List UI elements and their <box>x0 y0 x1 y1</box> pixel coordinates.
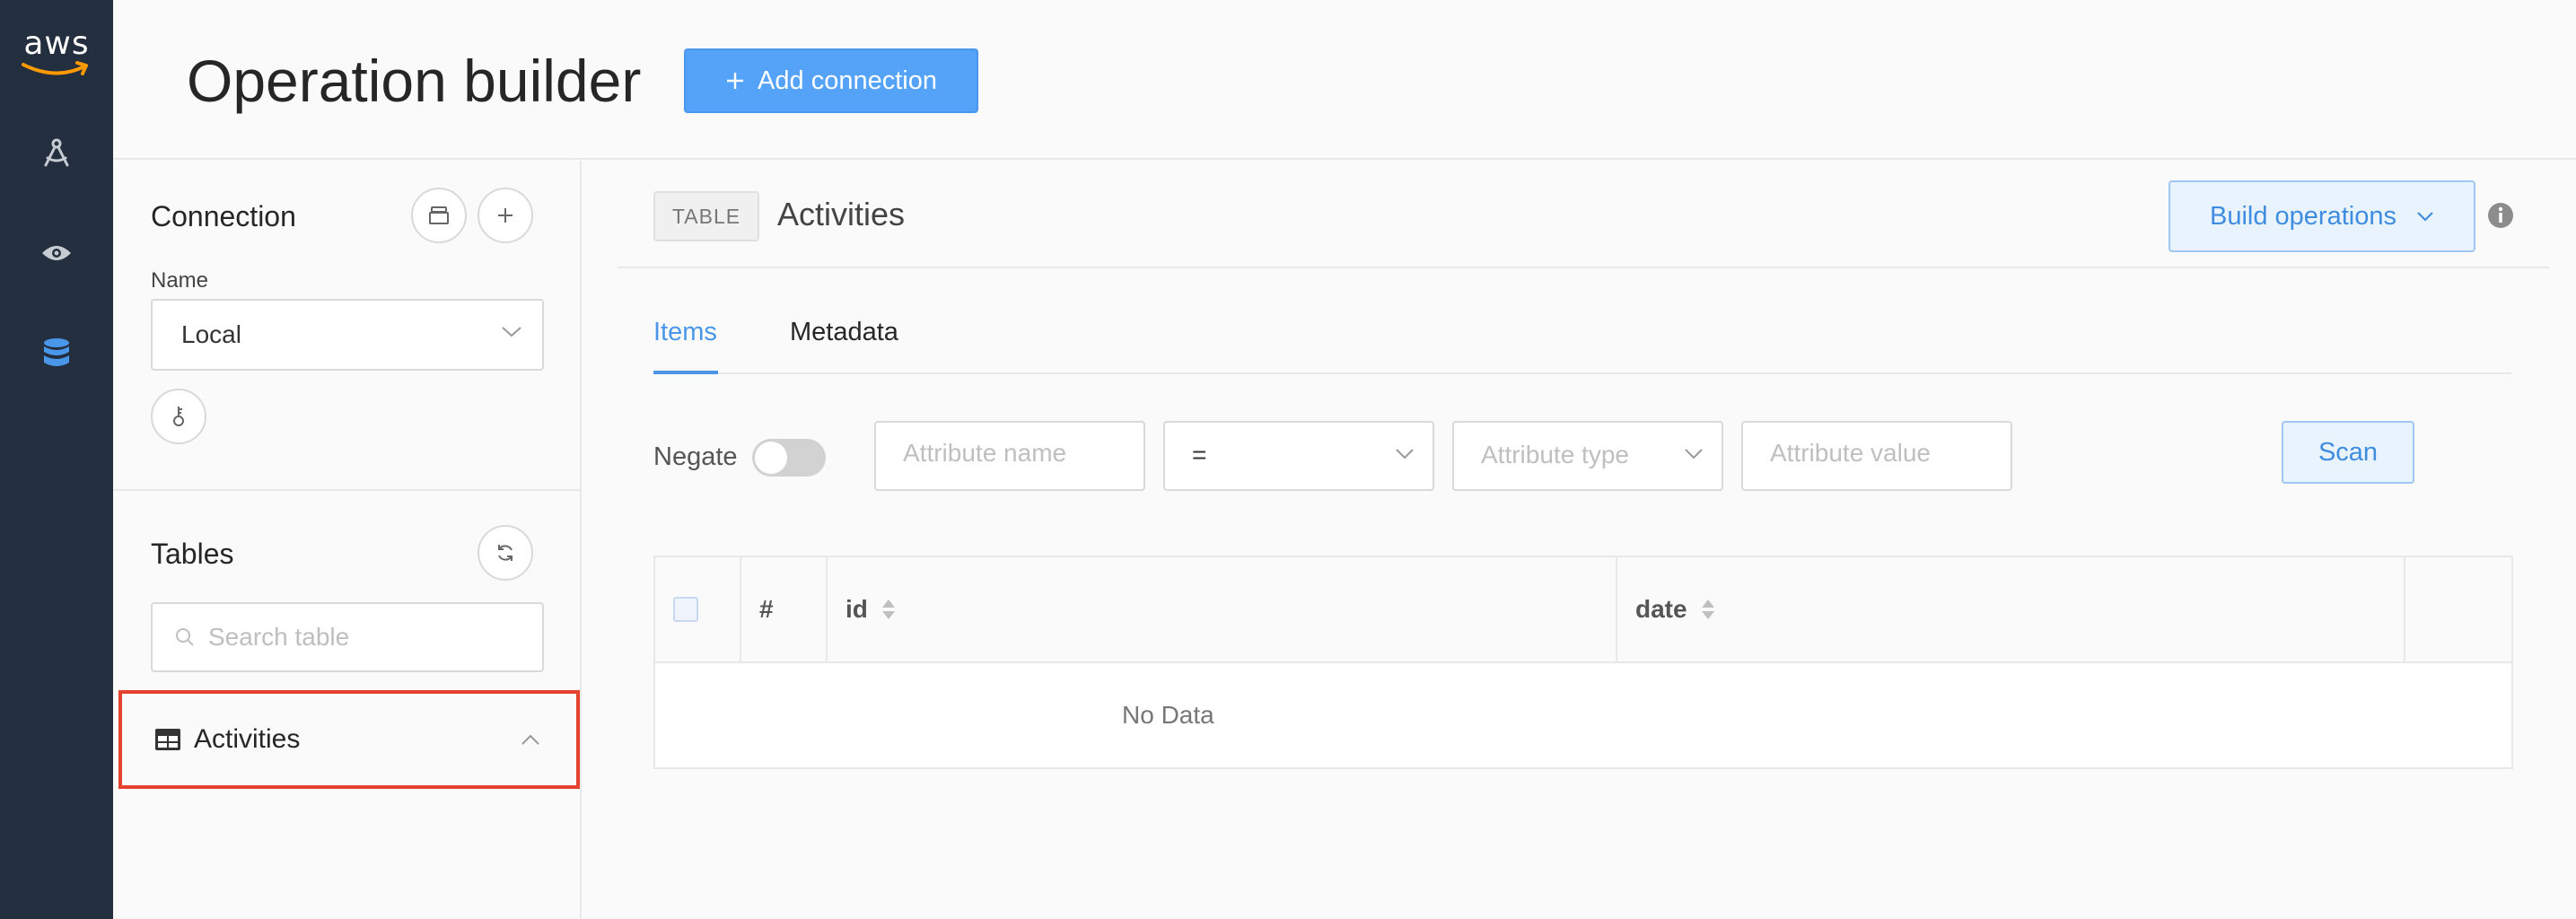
table-icon <box>155 729 180 750</box>
connection-name-select[interactable]: Local <box>151 299 544 371</box>
attribute-type-placeholder: Attribute type <box>1481 441 1629 468</box>
aws-logo-text: aws <box>23 25 90 62</box>
page-title: Operation builder <box>187 48 642 114</box>
scan-button[interactable]: Scan <box>2282 421 2414 484</box>
connection-add-button[interactable] <box>478 188 533 243</box>
column-header-id[interactable]: id <box>828 557 1617 661</box>
rail-item-database[interactable] <box>35 332 78 375</box>
connection-title: Connection <box>151 200 296 232</box>
rail-item-view[interactable] <box>35 232 78 275</box>
tabs-bar: Items Metadata <box>653 310 2511 374</box>
toggle-knob <box>755 442 787 474</box>
attribute-value-field[interactable] <box>1741 421 2012 491</box>
eye-icon <box>42 246 71 260</box>
tables-title: Tables <box>151 538 234 570</box>
archive-icon <box>429 206 449 224</box>
compass-tool-icon <box>44 138 69 167</box>
attribute-name-field[interactable] <box>874 421 1145 491</box>
table-item-label: Activities <box>194 724 301 754</box>
left-panel: Connection Name Local Tables Search tabl… <box>113 161 582 919</box>
add-connection-label: Add connection <box>758 66 937 95</box>
column-header-date[interactable]: date <box>1617 557 2405 661</box>
chevron-down-icon <box>502 327 521 337</box>
column-id-label: id <box>846 595 868 623</box>
table-search-input[interactable] <box>208 623 540 652</box>
panel-divider <box>113 489 580 491</box>
sort-icon[interactable] <box>1700 598 1716 621</box>
column-header-extra <box>2405 557 2511 661</box>
info-icon[interactable] <box>2486 201 2515 230</box>
column-index-label: # <box>759 595 774 623</box>
nav-rail: aws <box>0 0 113 919</box>
search-icon <box>176 628 194 646</box>
tab-metadata[interactable]: Metadata <box>790 310 916 374</box>
chevron-up-icon <box>521 734 539 745</box>
connection-selected-value: Local <box>181 320 241 348</box>
attribute-value-input[interactable] <box>1770 439 1967 468</box>
chevron-down-icon <box>1685 449 1703 460</box>
connection-key-button[interactable] <box>151 389 206 444</box>
build-operations-label: Build operations <box>2210 201 2396 231</box>
selected-table-name: Activities <box>777 196 906 232</box>
aws-smile-icon <box>22 61 88 75</box>
items-table: # id date No Data <box>653 556 2513 769</box>
tables-refresh-button[interactable] <box>478 525 533 581</box>
aws-logo[interactable]: aws <box>18 25 95 79</box>
key-icon <box>173 407 184 426</box>
table-type-badge: TABLE <box>653 191 759 241</box>
empty-state-text: No Data <box>1122 701 1214 729</box>
table-item-activities[interactable]: Activities <box>118 690 580 789</box>
table-search[interactable] <box>151 602 544 672</box>
chevron-down-icon <box>2417 212 2433 222</box>
connection-archive-button[interactable] <box>411 188 467 243</box>
column-header-index: # <box>741 557 828 661</box>
main-content: TABLE Activities Build operations Items … <box>583 161 2576 919</box>
chevron-down-icon <box>1396 449 1414 460</box>
rail-item-design[interactable] <box>35 131 78 174</box>
select-all-cell <box>655 557 741 661</box>
attribute-type-select[interactable]: Attribute type <box>1452 421 1723 491</box>
select-all-checkbox[interactable] <box>673 597 698 622</box>
main-divider <box>618 267 2549 268</box>
operator-value: = <box>1192 441 1207 468</box>
plus-icon <box>727 73 744 89</box>
column-date-label: date <box>1635 595 1687 623</box>
negate-toggle[interactable] <box>752 439 826 477</box>
operator-select[interactable]: = <box>1163 421 1434 491</box>
attribute-name-input[interactable] <box>903 439 1100 468</box>
page-header: Operation builder Add connection <box>113 0 2576 160</box>
plus-icon <box>498 208 513 223</box>
connection-name-label: Name <box>151 268 209 293</box>
add-connection-button[interactable]: Add connection <box>684 48 978 113</box>
sort-icon[interactable] <box>881 598 897 621</box>
negate-label: Negate <box>653 442 738 471</box>
refresh-icon <box>498 545 513 561</box>
table-header: # id date <box>655 557 2511 663</box>
build-operations-button[interactable]: Build operations <box>2169 180 2475 252</box>
database-icon <box>44 338 69 366</box>
tab-items[interactable]: Items <box>653 310 718 374</box>
